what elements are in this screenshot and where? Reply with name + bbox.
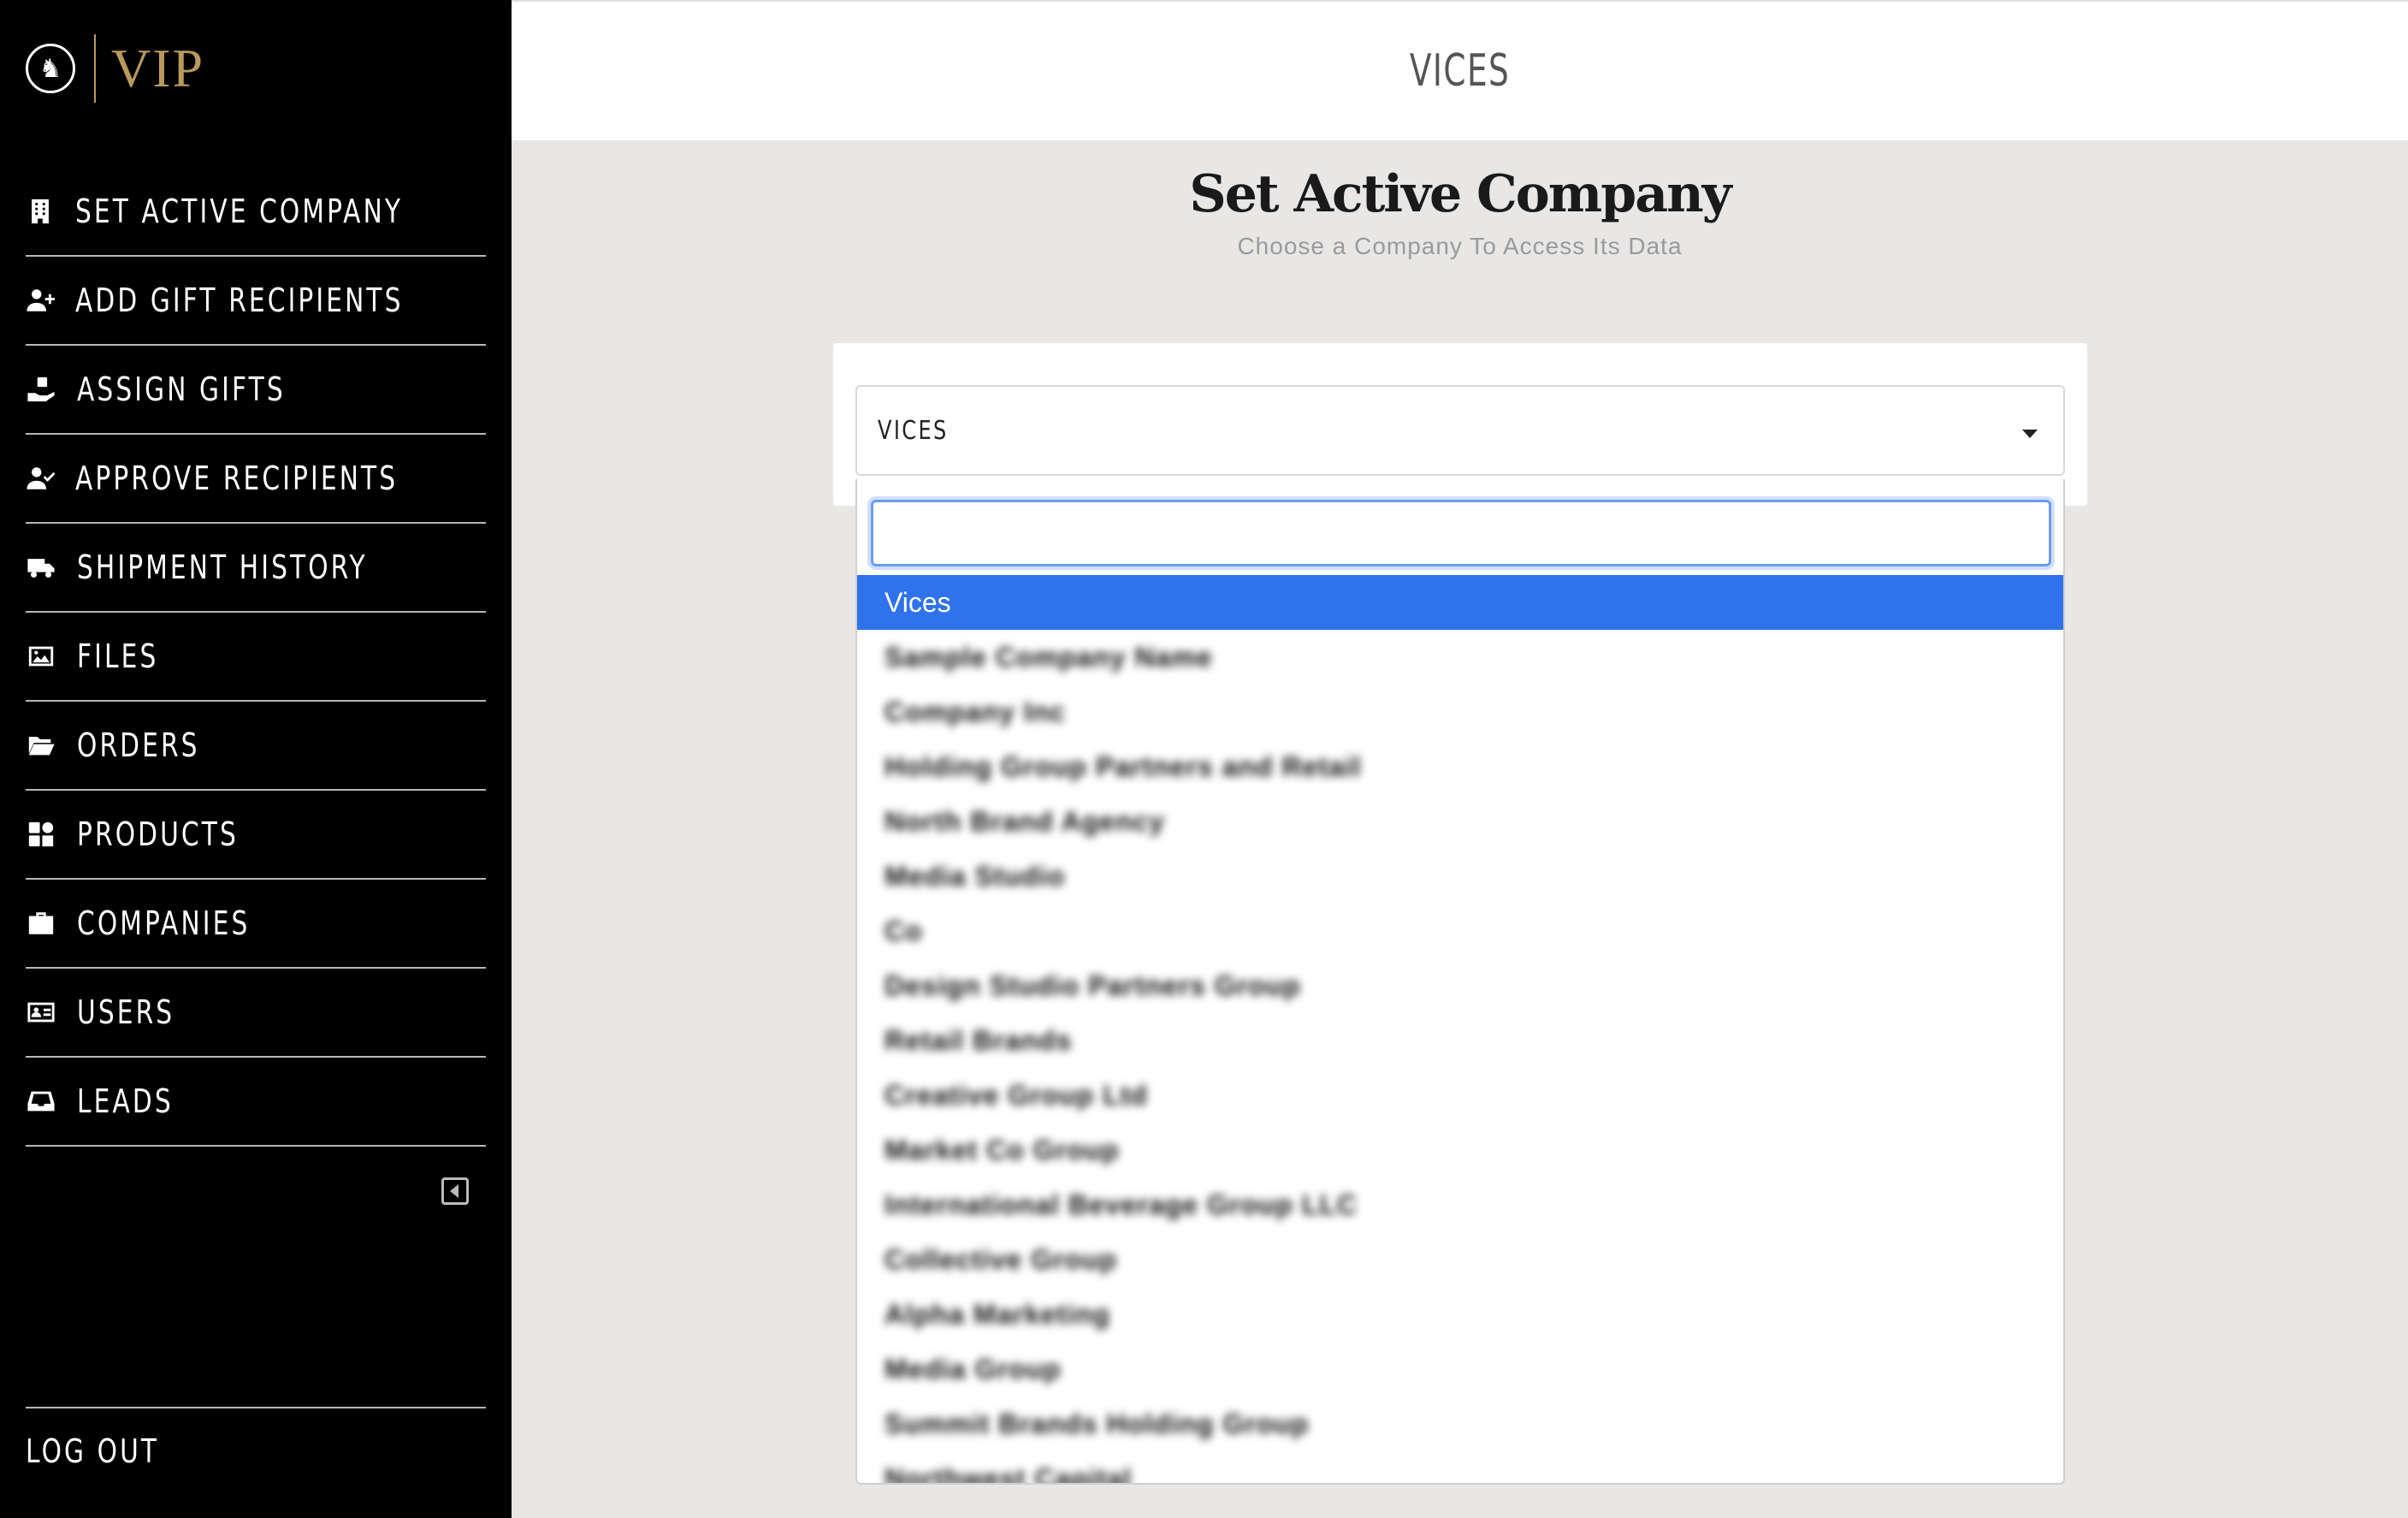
company-option[interactable]: Northwest Capital (857, 1451, 2063, 1485)
logo-text: VIP (111, 38, 205, 98)
company-option-label: Northwest Capital (885, 1462, 1133, 1485)
company-option[interactable]: Company Inc (857, 685, 2063, 739)
company-dropdown: Vices Sample Company Name Company Inc Ho… (855, 479, 2065, 1485)
products-icon (26, 817, 56, 851)
sidebar-item-set-active-company[interactable]: SET ACTIVE COMPANY (26, 168, 486, 257)
truck-icon (26, 550, 56, 584)
company-option-label: Media Studio (885, 860, 1066, 892)
company-option-label: International Beverage Group LLC (885, 1189, 1358, 1220)
image-icon (26, 639, 56, 673)
company-option-label: North Brand Agency (885, 805, 1165, 837)
sidebar: ♞ VIP SET ACTIVE COMPANY ADD GIFT RECIPI… (0, 0, 512, 1518)
company-option-label: Market Co Group (885, 1134, 1120, 1165)
sidebar-item-orders[interactable]: ORDERS (26, 702, 486, 791)
company-option[interactable]: Market Co Group (857, 1123, 2063, 1177)
company-option-label: Creative Group Ltd (885, 1079, 1148, 1111)
company-option-label: Co (885, 915, 923, 946)
company-option-label: Vices (885, 586, 951, 618)
sidebar-item-companies[interactable]: COMPANIES (26, 880, 486, 969)
sidebar-item-products[interactable]: PRODUCTS (26, 791, 486, 880)
company-option[interactable]: Media Studio (857, 849, 2063, 904)
sidebar-item-files[interactable]: FILES (26, 613, 486, 702)
sidebar-item-users[interactable]: USERS (26, 969, 486, 1058)
company-option[interactable]: North Brand Agency (857, 794, 2063, 849)
sidebar-item-label: COMPANIES (77, 904, 251, 942)
top-header: VICES (512, 0, 2408, 140)
company-option-label: Design Studio Partners Group (885, 970, 1301, 1001)
logo-divider (94, 34, 96, 103)
company-option[interactable]: Media Group (857, 1342, 2063, 1396)
company-option-label: Collective Group (885, 1243, 1118, 1275)
company-option[interactable]: International Beverage Group LLC (857, 1177, 2063, 1232)
hand-gift-icon (26, 372, 56, 406)
sidebar-item-leads[interactable]: LEADS (26, 1058, 486, 1147)
caret-down-icon (2022, 430, 2038, 438)
company-option-label: Summit Brands Holding Group (885, 1408, 1310, 1439)
sidebar-item-label: SET ACTIVE COMPANY (75, 193, 404, 230)
company-option[interactable]: Holding Group Partners and Retail (857, 739, 2063, 794)
logo-mark-icon: ♞ (26, 44, 75, 93)
page-title: Set Active Company (1189, 164, 1731, 224)
company-option[interactable]: Co (857, 904, 2063, 958)
company-option[interactable]: Sample Company Name (857, 630, 2063, 685)
sidebar-item-shipment-history[interactable]: SHIPMENT HISTORY (26, 524, 486, 613)
sidebar-item-label: ORDERS (77, 726, 200, 764)
id-card-icon (26, 995, 56, 1029)
company-option-label: Holding Group Partners and Retail (885, 750, 1362, 782)
company-option-label: Sample Company Name (885, 641, 1213, 673)
sidebar-item-add-gift-recipients[interactable]: ADD GIFT RECIPIENTS (26, 257, 486, 346)
page-subtitle: Choose a Company To Access Its Data (1237, 233, 1683, 259)
collapse-sidebar-icon[interactable] (441, 1177, 469, 1205)
inbox-icon (26, 1084, 56, 1118)
sidebar-item-label: FILES (77, 637, 159, 675)
sidebar-item-assign-gifts[interactable]: ASSIGN GIFTS (26, 346, 486, 435)
company-option[interactable]: Retail Brands (857, 1013, 2063, 1068)
company-option[interactable]: Design Studio Partners Group (857, 958, 2063, 1013)
sidebar-item-label: USERS (77, 993, 175, 1031)
sidebar-item-label: APPROVE RECIPIENTS (75, 460, 399, 497)
folder-open-icon (26, 728, 56, 762)
logo[interactable]: ♞ VIP (26, 34, 204, 103)
company-option[interactable]: Alpha Marketing (857, 1287, 2063, 1342)
logout-label: LOG OUT (26, 1432, 160, 1470)
company-option[interactable]: Summit Brands Holding Group (857, 1396, 2063, 1451)
user-plus-icon (26, 283, 55, 317)
sidebar-item-label: PRODUCTS (77, 815, 239, 853)
company-options-list: Vices Sample Company Name Company Inc Ho… (857, 575, 2063, 1485)
company-option-label: Alpha Marketing (885, 1298, 1110, 1330)
company-select-value: VICES (878, 415, 949, 446)
building-icon (26, 194, 55, 228)
sidebar-item-label: ASSIGN GIFTS (77, 371, 286, 408)
sidebar-item-approve-recipients[interactable]: APPROVE RECIPIENTS (26, 435, 486, 524)
sidebar-item-label: ADD GIFT RECIPIENTS (75, 282, 404, 319)
logout-button[interactable]: LOG OUT (26, 1407, 486, 1470)
company-option-label: Company Inc (885, 696, 1066, 727)
company-select[interactable]: VICES (855, 385, 2065, 476)
header-title: VICES (1409, 45, 1511, 97)
company-option[interactable]: Collective Group (857, 1232, 2063, 1287)
user-check-icon (26, 461, 55, 495)
sidebar-item-label: SHIPMENT HISTORY (77, 548, 368, 586)
company-option-label: Retail Brands (885, 1024, 1073, 1056)
company-option[interactable]: Creative Group Ltd (857, 1068, 2063, 1123)
sidebar-item-label: LEADS (77, 1082, 174, 1120)
briefcase-icon (26, 906, 56, 940)
company-option-label: Media Group (885, 1353, 1062, 1385)
sidebar-nav: SET ACTIVE COMPANY ADD GIFT RECIPIENTS A… (26, 168, 486, 1147)
company-option[interactable]: Vices (857, 575, 2063, 630)
company-search-input[interactable] (871, 500, 2051, 566)
